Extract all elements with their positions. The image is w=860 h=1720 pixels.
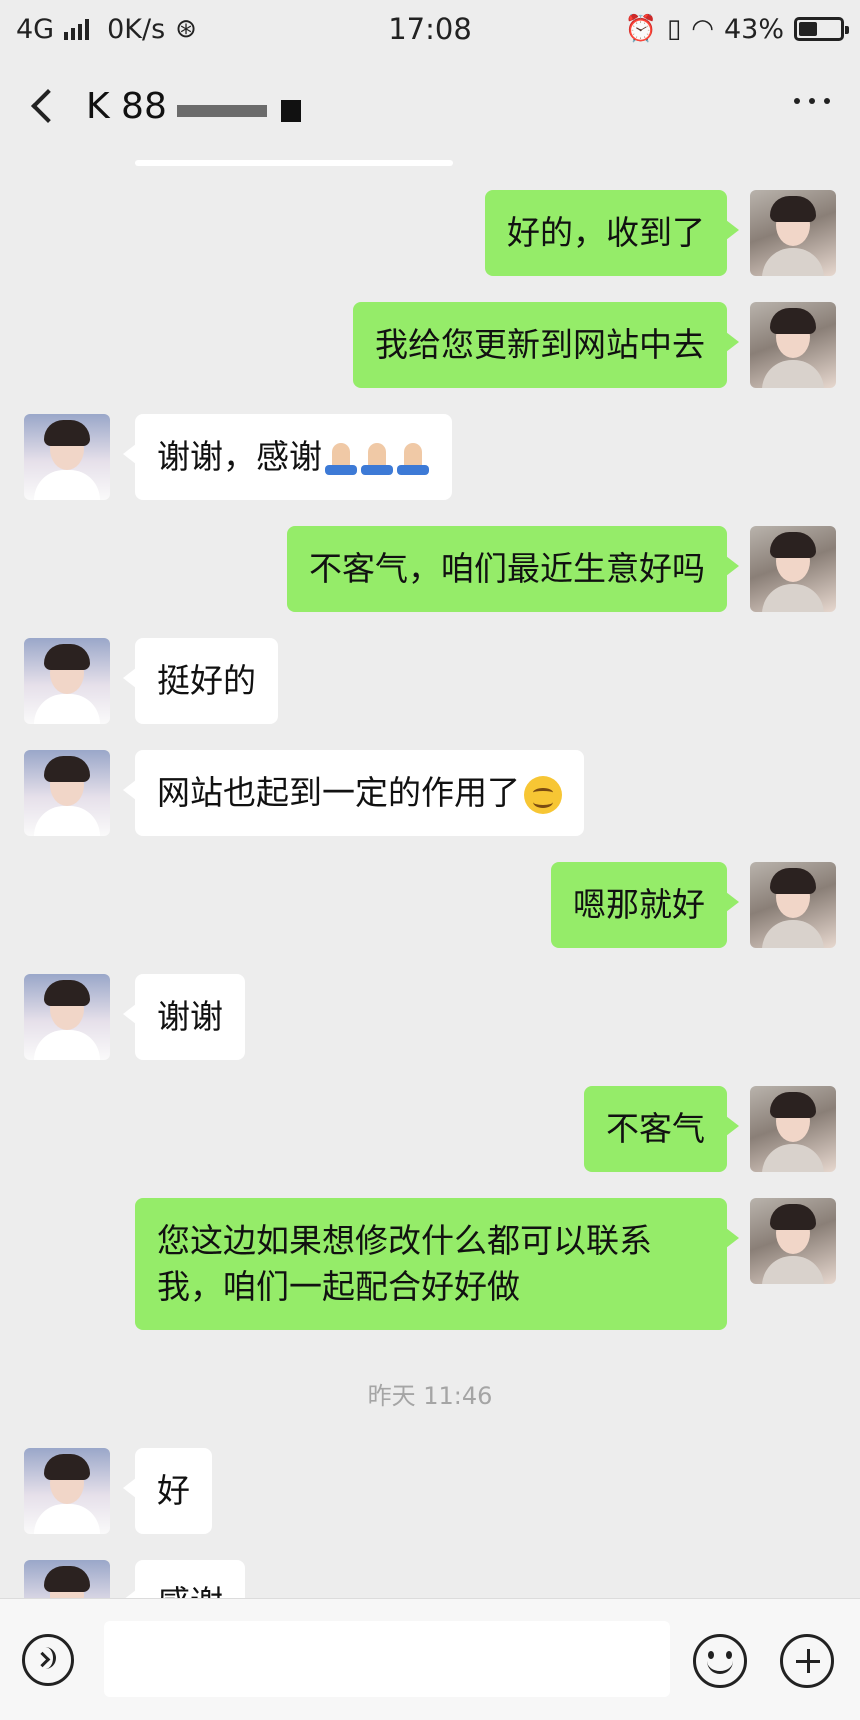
message-bubble-received[interactable]: 感谢 bbox=[123, 1560, 245, 1598]
message-bubble-sent[interactable]: 不客气 bbox=[584, 1086, 739, 1172]
chat-input-bar bbox=[0, 1598, 860, 1720]
message-bubble-received[interactable]: 好 bbox=[123, 1448, 212, 1534]
my-avatar[interactable] bbox=[750, 190, 836, 276]
message-bubble-received[interactable]: 挺好的 bbox=[123, 638, 278, 724]
contact-avatar[interactable] bbox=[24, 750, 110, 836]
more-options-icon[interactable] bbox=[794, 98, 830, 104]
message-text: 嗯那就好 bbox=[573, 885, 705, 924]
my-avatar[interactable] bbox=[750, 862, 836, 948]
message-bubble-sent[interactable]: 您这边如果想修改什么都可以联系我，咱们一起配合好好做 bbox=[135, 1198, 739, 1330]
chat-message-list[interactable]: 好的，收到了 我给您更新到网站中去 谢谢，感谢 不客气，咱们最近生意好吗 挺好的… bbox=[0, 190, 860, 1598]
voice-input-icon[interactable] bbox=[22, 1634, 74, 1686]
chat-header: K 88 bbox=[0, 58, 860, 158]
contact-avatar[interactable] bbox=[24, 414, 110, 500]
message-text: 感谢 bbox=[157, 1583, 223, 1598]
message-text: 您这边如果想修改什么都可以联系我，咱们一起配合好好做 bbox=[157, 1221, 652, 1306]
add-attachment-icon[interactable] bbox=[780, 1634, 834, 1688]
redaction-scribble bbox=[176, 104, 267, 117]
folded-hands-icon bbox=[324, 441, 358, 477]
status-bar: 4G 0K/s ⊛ 17:08 ⏰ ▯ ◠ 43% bbox=[0, 0, 860, 58]
smiling-face-icon bbox=[524, 775, 562, 814]
my-avatar[interactable] bbox=[750, 1086, 836, 1172]
contact-avatar[interactable] bbox=[24, 1560, 110, 1598]
message-text: 好 bbox=[157, 1471, 190, 1510]
my-avatar[interactable] bbox=[750, 526, 836, 612]
message-text: 好的，收到了 bbox=[507, 213, 705, 252]
battery-icon bbox=[794, 17, 849, 41]
message-bubble-received[interactable]: 谢谢 bbox=[123, 974, 245, 1060]
message-bubble-sent[interactable]: 嗯那就好 bbox=[551, 862, 739, 948]
message-text: 谢谢，感谢 bbox=[157, 437, 322, 476]
emoji-icon[interactable] bbox=[693, 1634, 747, 1688]
status-time: 17:08 bbox=[388, 12, 472, 46]
my-avatar[interactable] bbox=[750, 1198, 836, 1284]
back-arrow-icon[interactable] bbox=[22, 80, 62, 130]
message-bubble-sent[interactable]: 不客气，咱们最近生意好吗 bbox=[287, 526, 739, 612]
folded-hands-icon bbox=[396, 441, 430, 477]
message-text: 我给您更新到网站中去 bbox=[375, 325, 705, 364]
contact-avatar[interactable] bbox=[24, 1448, 110, 1534]
redaction-block bbox=[280, 99, 301, 122]
message-text: 谢谢 bbox=[157, 997, 223, 1036]
message-bubble-sent[interactable]: 我给您更新到网站中去 bbox=[353, 302, 739, 388]
message-bubble-received[interactable]: 谢谢，感谢 bbox=[123, 414, 452, 500]
message-timestamp: 昨天 11:46 bbox=[367, 1382, 493, 1410]
message-text: 不客气 bbox=[606, 1109, 705, 1148]
chat-title: K 88 bbox=[86, 86, 301, 127]
message-text: 网站也起到一定的作用了 bbox=[157, 773, 520, 812]
contact-avatar[interactable] bbox=[24, 974, 110, 1060]
message-text: 不客气，咱们最近生意好吗 bbox=[309, 549, 705, 588]
message-bubble-sent[interactable]: 好的，收到了 bbox=[485, 190, 739, 276]
folded-hands-icon bbox=[360, 441, 394, 477]
message-bubble-received[interactable]: 网站也起到一定的作用了 bbox=[123, 750, 584, 836]
message-input[interactable] bbox=[104, 1621, 670, 1697]
scroll-indicator bbox=[135, 160, 453, 166]
chat-title-text: K 88 bbox=[86, 86, 167, 127]
message-text: 挺好的 bbox=[157, 661, 256, 700]
my-avatar[interactable] bbox=[750, 302, 836, 388]
contact-avatar[interactable] bbox=[24, 638, 110, 724]
